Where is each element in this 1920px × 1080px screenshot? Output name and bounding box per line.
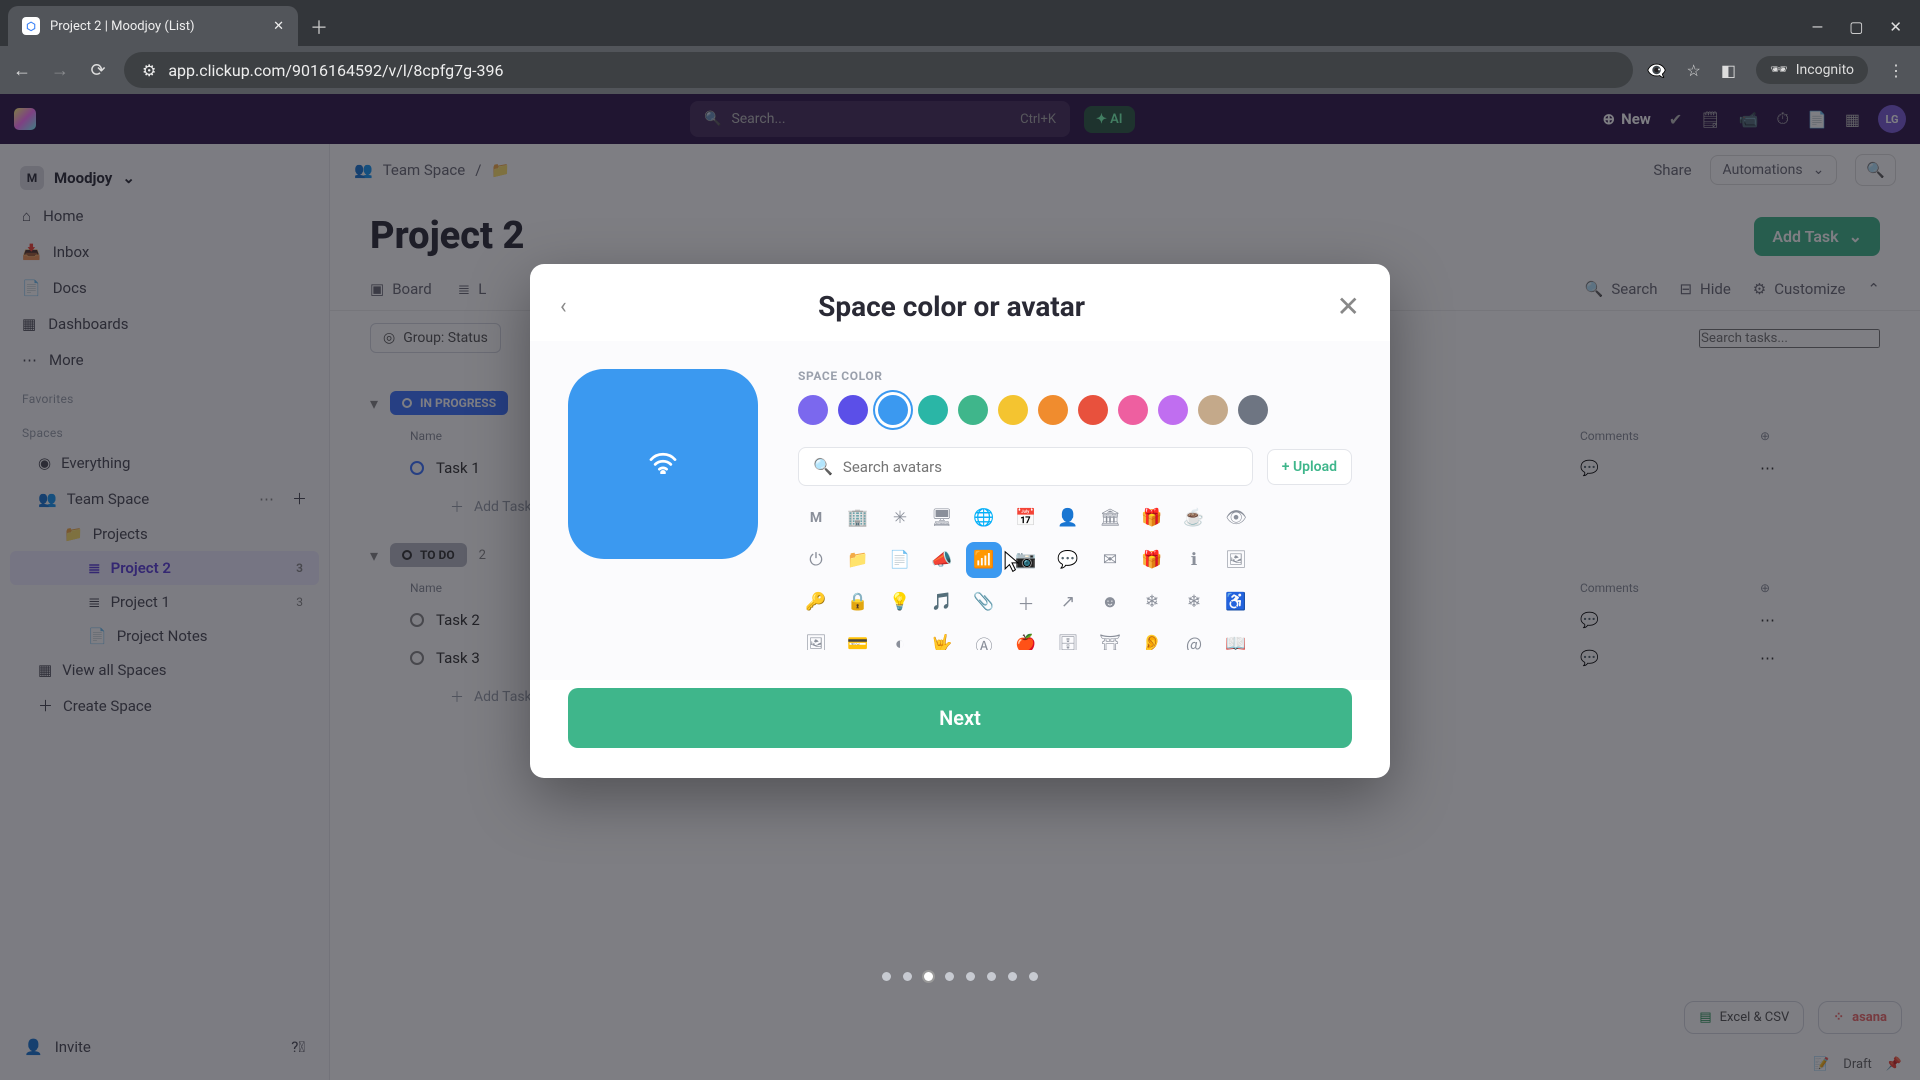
tracking-icon[interactable]: 👁‍🗨 (1647, 61, 1667, 80)
browser-menu-icon[interactable]: ⋮ (1888, 61, 1904, 80)
address-bar[interactable]: ⚙ app.clickup.com/9016164592/v/l/8cpfg7g… (124, 52, 1633, 88)
window-close-icon[interactable]: ✕ (1889, 18, 1902, 36)
avatar-icon-cell[interactable]: 🖼 (798, 626, 834, 650)
color-swatch[interactable] (1038, 395, 1068, 425)
site-settings-icon[interactable]: ⚙ (142, 61, 156, 80)
avatar-icon-cell[interactable]: ♿ (1218, 584, 1254, 620)
bookmark-icon[interactable]: ☆ (1686, 61, 1700, 80)
color-swatch[interactable] (1198, 395, 1228, 425)
avatar-icon-cell[interactable]: 🔒 (840, 584, 876, 620)
avatar-icon-cell[interactable]: 📄 (882, 542, 918, 578)
step-dot[interactable] (966, 972, 975, 981)
modal-title: Space color or avatar (567, 290, 1337, 323)
color-swatch[interactable] (1078, 395, 1108, 425)
avatar-icon-cell[interactable]: ◐ (882, 626, 918, 650)
avatar-icon-cell[interactable]: 📅 (1008, 500, 1044, 536)
color-swatch-row (798, 395, 1352, 425)
avatar-icon-cell[interactable]: 💬 (1050, 542, 1086, 578)
avatar-icon-cell[interactable]: ❄ (1134, 584, 1170, 620)
avatar-icon-cell[interactable]: ⛩ (1092, 626, 1128, 650)
search-icon: 🔍 (813, 457, 833, 476)
avatar-search-input[interactable] (843, 458, 1238, 476)
avatar-icon-cell[interactable]: 📎 (966, 584, 1002, 620)
avatar-icon-cell[interactable]: ＋ (1008, 584, 1044, 620)
wifi-icon (648, 448, 678, 481)
color-swatch[interactable] (1238, 395, 1268, 425)
incognito-badge[interactable]: 🕶 Incognito (1756, 56, 1868, 84)
avatar-icon-cell[interactable]: 💡 (882, 584, 918, 620)
avatar-icon-cell[interactable]: ✉ (1092, 542, 1128, 578)
url-text: app.clickup.com/9016164592/v/l/8cpfg7g-3… (168, 61, 503, 80)
new-tab-button[interactable]: ＋ (304, 12, 334, 42)
avatar-icon-cell[interactable]: 🏛 (1092, 500, 1128, 536)
avatar-icon-cell[interactable]: 📖 (1218, 626, 1254, 650)
step-dot[interactable] (987, 972, 996, 981)
tab-title: Project 2 | Moodjoy (List) (50, 19, 195, 34)
nav-reload-icon[interactable]: ⟳ (86, 60, 110, 81)
avatar-icon-cell[interactable]: ↗ (1050, 584, 1086, 620)
avatar-icon-cell[interactable]: 🎁 (1134, 542, 1170, 578)
avatar-icon-cell[interactable]: ✳ (882, 500, 918, 536)
avatar-icon-cell[interactable]: ⏻ (798, 542, 834, 578)
avatar-icon-cell[interactable]: 👁 (1218, 500, 1254, 536)
avatar-icon-cell[interactable]: 🎁 (1134, 500, 1170, 536)
avatar-icon-cell[interactable]: 👂 (1134, 626, 1170, 650)
space-avatar-modal: ‹ Space color or avatar ✕ SPACE COLOR 🔍 … (530, 264, 1390, 778)
avatar-icon-cell[interactable]: ＠ (1176, 626, 1212, 650)
window-minimize-icon[interactable]: ― (1812, 18, 1824, 36)
color-swatch[interactable] (918, 395, 948, 425)
modal-back-icon[interactable]: ‹ (560, 294, 567, 319)
avatar-icon-cell[interactable]: 🔑 (798, 584, 834, 620)
color-swatch[interactable] (958, 395, 988, 425)
sidepanel-icon[interactable]: ◧ (1721, 61, 1736, 80)
step-dot[interactable] (903, 972, 912, 981)
incognito-icon: 🕶 (1770, 62, 1788, 78)
avatar-icon-cell[interactable]: 📁 (840, 542, 876, 578)
next-button[interactable]: Next (568, 688, 1352, 748)
avatar-icon-cell[interactable]: 🖥 (924, 500, 960, 536)
step-dot[interactable] (882, 972, 891, 981)
avatar-icon-cell[interactable]: ☕ (1176, 500, 1212, 536)
color-swatch[interactable] (798, 395, 828, 425)
tab-favicon: ⬡ (22, 17, 40, 35)
step-indicator (882, 972, 1038, 981)
nav-forward-icon: → (48, 60, 72, 81)
avatar-icon-cell[interactable]: 🎵 (924, 584, 960, 620)
avatar-icon-cell[interactable]: ☻ (1092, 584, 1128, 620)
upload-button[interactable]: + Upload (1267, 449, 1352, 485)
avatar-icon-cell[interactable]: 💳 (840, 626, 876, 650)
avatar-icon-cell[interactable]: 🤟 (924, 626, 960, 650)
color-swatch[interactable] (998, 395, 1028, 425)
avatar-letter-cell[interactable]: M (798, 500, 834, 536)
nav-back-icon[interactable]: ← (10, 60, 34, 81)
avatar-icon-cell[interactable]: ℹ (1176, 542, 1212, 578)
color-swatch[interactable] (1158, 395, 1188, 425)
step-dot[interactable] (924, 972, 933, 981)
avatar-icon-cell[interactable]: 👤 (1050, 500, 1086, 536)
avatar-icon-cell[interactable]: ❄ (1176, 584, 1212, 620)
avatar-icon-cell[interactable]: 📶 (966, 542, 1002, 578)
step-dot[interactable] (1029, 972, 1038, 981)
avatar-icon-cell[interactable]: 📣 (924, 542, 960, 578)
window-maximize-icon[interactable]: ▢ (1849, 18, 1863, 36)
space-color-label: SPACE COLOR (798, 369, 1352, 383)
avatar-icon-cell[interactable]: 🗄 (1050, 626, 1086, 650)
color-swatch[interactable] (838, 395, 868, 425)
avatar-grid: M🏢✳🖥🌐📅👤🏛🎁☕👁⏻📁📄📣📶📷💬✉🎁ℹ🖼🔑🔒💡🎵📎＋↗☻❄❄♿🖼💳◐🤟Ⓐ🍎🗄… (798, 500, 1352, 650)
step-dot[interactable] (1008, 972, 1017, 981)
tab-close-icon[interactable]: ✕ (273, 19, 284, 34)
modal-close-icon[interactable]: ✕ (1337, 290, 1360, 323)
avatar-icon-cell[interactable]: 🏢 (840, 500, 876, 536)
color-swatch[interactable] (878, 395, 908, 425)
avatar-search[interactable]: 🔍 (798, 447, 1253, 486)
avatar-icon-cell[interactable]: 🖼 (1218, 542, 1254, 578)
avatar-icon-cell[interactable]: Ⓐ (966, 626, 1002, 650)
color-swatch[interactable] (1118, 395, 1148, 425)
avatar-icon-cell[interactable]: 🌐 (966, 500, 1002, 536)
step-dot[interactable] (945, 972, 954, 981)
avatar-icon-cell[interactable]: 🍎 (1008, 626, 1044, 650)
avatar-icon-cell[interactable]: 📷 (1008, 542, 1044, 578)
avatar-preview (568, 369, 758, 559)
browser-tab[interactable]: ⬡ Project 2 | Moodjoy (List) ✕ (8, 6, 298, 46)
